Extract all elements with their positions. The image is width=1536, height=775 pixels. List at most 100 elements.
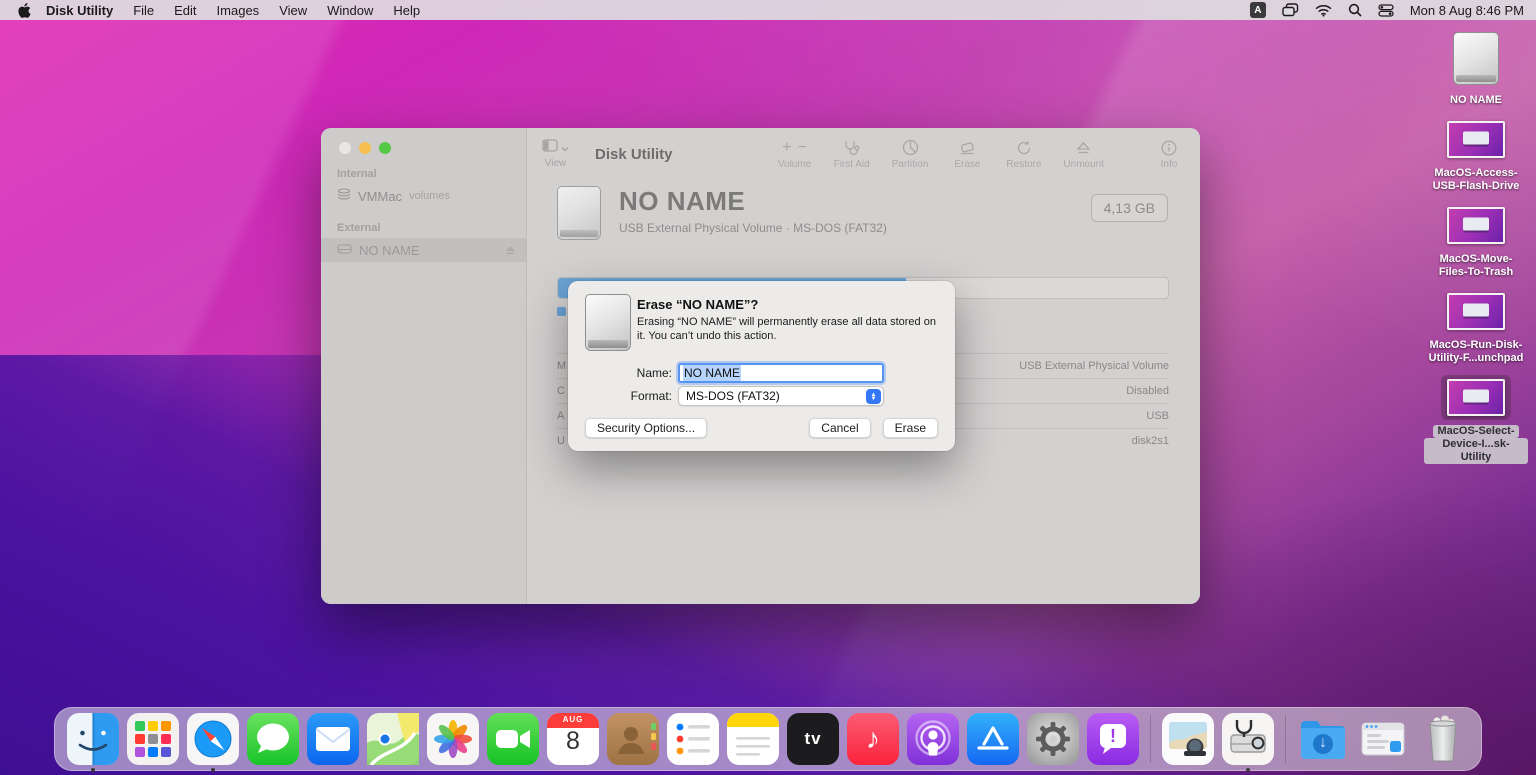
dock-trash-icon[interactable]	[1417, 713, 1469, 765]
capacity-legend-dot	[557, 307, 566, 316]
close-button[interactable]	[339, 142, 351, 154]
eject-icon[interactable]	[505, 243, 516, 258]
dock-maps-icon[interactable]	[367, 713, 419, 765]
dock-finder-icon[interactable]	[67, 713, 119, 772]
view-button[interactable]: View	[542, 139, 569, 169]
menu-item-images[interactable]: Images	[207, 3, 270, 18]
dock-appstore-icon[interactable]	[967, 713, 1019, 765]
dock-tv-icon[interactable]: tv	[787, 713, 839, 765]
dock-settings-icon[interactable]	[1027, 713, 1079, 765]
security-options-button[interactable]: Security Options...	[585, 418, 708, 438]
menu-item-view[interactable]: View	[269, 3, 317, 18]
menu-item-file[interactable]: File	[123, 3, 164, 18]
info-value: disk2s1	[1131, 435, 1169, 447]
dock-preview-icon[interactable]	[1162, 713, 1214, 765]
dock-mail-icon[interactable]	[307, 713, 359, 765]
menu-item-window[interactable]: Window	[317, 3, 383, 18]
dock-downloads-icon[interactable]: ↓	[1297, 713, 1349, 765]
chevron-down-icon	[561, 139, 569, 157]
popup-stepper-icon: ▲ ▼	[866, 389, 881, 404]
dock-diskutility-icon[interactable]	[1222, 713, 1274, 772]
dock-separator	[1285, 715, 1286, 763]
disk-icon	[1453, 32, 1499, 85]
dock-separator	[1150, 715, 1151, 763]
info-value: USB	[1146, 410, 1169, 422]
dock-minwindow-icon[interactable]	[1357, 713, 1409, 765]
desktop-icon-macos-move-files-to-trash[interactable]: MacOS-Move- Files-To-Trash	[1424, 203, 1528, 279]
spotlight-icon[interactable]	[1348, 3, 1362, 17]
dock-messages-icon[interactable]	[247, 713, 299, 765]
erase-dialog: Erase “NO NAME”? Erasing “NO NAME” will …	[568, 281, 955, 451]
running-indicator-dot	[91, 768, 95, 772]
erase-button[interactable]: Erase	[882, 418, 938, 438]
dock-calendar-icon[interactable]: AUG 8	[547, 713, 599, 765]
desktop-icon-label: MacOS-Move- Files-To-Trash	[1438, 253, 1514, 278]
name-label: Name:	[636, 366, 672, 380]
volume-name: NO NAME	[619, 186, 746, 216]
sidebar-section-header: External	[337, 222, 381, 234]
dock-contacts-icon[interactable]	[607, 713, 659, 765]
dock-photos-icon[interactable]	[427, 713, 479, 765]
sidebar-section-header: Internal	[337, 168, 377, 180]
dock-launchpad-icon[interactable]	[127, 713, 179, 765]
dock-reminders-icon[interactable]	[667, 713, 719, 765]
traffic-lights	[321, 128, 526, 154]
desktop-icon-macos-select-device-i-sk-utility[interactable]: MacOS-Select- Device-I...sk-Utility	[1424, 375, 1528, 464]
sidebar: Internal VMMac volumes External NO NAME	[321, 128, 527, 604]
dock-podcasts-icon[interactable]	[907, 713, 959, 765]
volume-header: NO NAME USB External Physical Volume · M…	[557, 186, 1168, 240]
screenshot-file-icon	[1447, 121, 1505, 158]
volume-toolbar-button[interactable]: + − Volume	[778, 139, 812, 170]
unmount-icon	[1076, 139, 1091, 157]
control-center-icon[interactable]	[1378, 3, 1394, 17]
menu-clock[interactable]: Mon 8 Aug 8:46 PM	[1410, 3, 1524, 18]
dock-feedback-icon[interactable]: !	[1087, 713, 1139, 765]
format-label: Format:	[630, 389, 672, 403]
firstaid-toolbar-button[interactable]: First Aid	[834, 139, 870, 170]
info-label: M	[557, 360, 567, 372]
input-source-icon[interactable]: A	[1249, 2, 1266, 18]
running-indicator-dot	[1246, 768, 1250, 772]
firstaid-icon	[843, 139, 860, 157]
info-toolbar-button[interactable]: Info	[1152, 139, 1186, 170]
toolbar: View Disk Utility + − Volume First Aid Parti…	[528, 128, 1200, 180]
menu-item-app[interactable]: Disk Utility	[36, 3, 123, 18]
dock-facetime-icon[interactable]	[487, 713, 539, 765]
wifi-icon[interactable]	[1315, 4, 1332, 17]
volume-description: USB External Physical Volume · MS-DOS (F…	[619, 221, 887, 235]
screenshot-file-icon	[1447, 293, 1505, 330]
dock-safari-icon[interactable]	[187, 713, 239, 772]
desktop-icon-macos-run-disk-utility-f-unchpad[interactable]: MacOS-Run-Disk- Utility-F...unchpad	[1424, 289, 1528, 365]
cancel-button[interactable]: Cancel	[809, 418, 871, 438]
erase-toolbar-button[interactable]: Erase	[950, 139, 984, 170]
info-label: C	[557, 385, 565, 397]
volume-size-badge: 4,13 GB	[1090, 194, 1168, 222]
dialog-title: Erase “NO NAME”?	[637, 297, 759, 312]
sidebar-item-vmmac[interactable]: VMMac volumes	[321, 184, 526, 208]
partition-toolbar-button[interactable]: Partition	[892, 139, 928, 170]
format-select[interactable]: MS-DOS (FAT32) ▲ ▼	[678, 386, 884, 406]
restore-toolbar-button[interactable]: Restore	[1006, 139, 1041, 170]
info-icon	[1161, 139, 1177, 157]
menu-item-help[interactable]: Help	[383, 3, 430, 18]
minimize-button[interactable]	[359, 142, 371, 154]
unmount-toolbar-button[interactable]: Unmount	[1063, 139, 1104, 170]
menu-item-edit[interactable]: Edit	[164, 3, 206, 18]
dock: AUG 8 tv ♪! ↓	[54, 707, 1482, 772]
dialog-drive-icon	[585, 294, 631, 351]
screenshot-file-icon	[1447, 379, 1505, 416]
dock-music-icon[interactable]: ♪	[847, 713, 899, 765]
desktop-icon-no-name[interactable]: NO NAME	[1424, 28, 1528, 107]
mission-control-icon[interactable]	[1282, 3, 1299, 17]
name-input[interactable]: NO NAME	[678, 363, 884, 383]
info-label: A	[557, 410, 565, 422]
running-indicator-dot	[211, 768, 215, 772]
sidebar-item-no-name[interactable]: NO NAME	[321, 238, 526, 262]
zoom-button[interactable]	[379, 142, 391, 154]
restore-icon	[1016, 139, 1032, 157]
dock-notes-icon[interactable]	[727, 713, 779, 765]
desktop-icon-label: MacOS-Run-Disk- Utility-F...unchpad	[1428, 339, 1524, 364]
desktop-icon-label: MacOS-Select- Device-I...sk-Utility	[1424, 425, 1528, 464]
apple-menu-icon[interactable]	[12, 2, 36, 18]
desktop-icon-macos-access-usb-flash-drive[interactable]: MacOS-Access- USB-Flash-Drive	[1424, 117, 1528, 193]
